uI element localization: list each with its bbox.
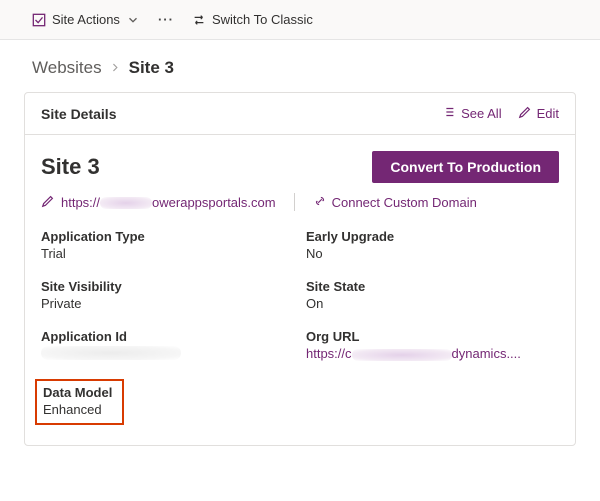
field-value: Private: [41, 296, 294, 311]
see-all-label: See All: [461, 106, 501, 121]
org-url-link[interactable]: https://c dynamics....: [306, 346, 559, 361]
chevron-right-icon: [110, 58, 121, 78]
site-actions-label: Site Actions: [52, 12, 120, 27]
site-actions-menu[interactable]: Site Actions: [32, 12, 140, 27]
redacted-smudge: [352, 349, 452, 361]
site-details-card: Site Details See All: [24, 92, 576, 446]
site-url-suffix: owerappsportals.com: [152, 195, 276, 210]
switch-classic-label: Switch To Classic: [212, 12, 313, 27]
field-label: Site State: [306, 279, 559, 294]
field-application-type: Application Type Trial: [41, 229, 294, 261]
field-label: Data Model: [43, 385, 112, 400]
field-early-upgrade: Early Upgrade No: [306, 229, 559, 261]
field-value: Trial: [41, 246, 294, 261]
field-value: Enhanced: [43, 402, 112, 417]
pencil-icon: [518, 105, 532, 122]
swap-icon: [192, 13, 206, 27]
field-label: Site Visibility: [41, 279, 294, 294]
card-title: Site Details: [41, 106, 116, 122]
field-value: No: [306, 246, 559, 261]
org-url-prefix: https://c: [306, 346, 352, 361]
field-label: Org URL: [306, 329, 559, 344]
command-bar: Site Actions ··· Switch To Classic: [0, 0, 600, 40]
field-org-url: Org URL https://c dynamics....: [306, 329, 559, 361]
org-url-suffix: dynamics....: [452, 346, 521, 361]
connect-domain-button[interactable]: Connect Custom Domain: [313, 194, 477, 211]
redacted-smudge: [41, 346, 181, 360]
field-label: Application Id: [41, 329, 294, 344]
field-value: On: [306, 296, 559, 311]
divider: [294, 193, 295, 211]
field-label: Early Upgrade: [306, 229, 559, 244]
edit-button[interactable]: Edit: [518, 105, 559, 122]
redacted-smudge: [100, 197, 152, 209]
see-all-button[interactable]: See All: [442, 105, 501, 122]
field-site-state: Site State On: [306, 279, 559, 311]
site-name: Site 3: [41, 154, 100, 180]
field-data-model: Data Model Enhanced: [41, 379, 294, 425]
chevron-down-icon: [126, 13, 140, 27]
link-icon: [313, 194, 327, 211]
field-label: Application Type: [41, 229, 294, 244]
overflow-menu[interactable]: ···: [158, 12, 174, 27]
breadcrumb-root[interactable]: Websites: [32, 58, 102, 78]
site-url-link[interactable]: https:// owerappsportals.com: [61, 195, 276, 210]
convert-to-production-button[interactable]: Convert To Production: [372, 151, 559, 183]
check-square-icon: [32, 13, 46, 27]
pencil-icon[interactable]: [41, 194, 55, 211]
field-application-id: Application Id: [41, 329, 294, 361]
breadcrumb-leaf: Site 3: [129, 58, 174, 78]
breadcrumb: Websites Site 3: [0, 40, 600, 92]
connect-domain-label: Connect Custom Domain: [332, 195, 477, 210]
switch-classic-button[interactable]: Switch To Classic: [192, 12, 313, 27]
data-model-highlight: Data Model Enhanced: [35, 379, 124, 425]
field-site-visibility: Site Visibility Private: [41, 279, 294, 311]
list-icon: [442, 105, 456, 122]
edit-label: Edit: [537, 106, 559, 121]
site-url-prefix: https://: [61, 195, 100, 210]
